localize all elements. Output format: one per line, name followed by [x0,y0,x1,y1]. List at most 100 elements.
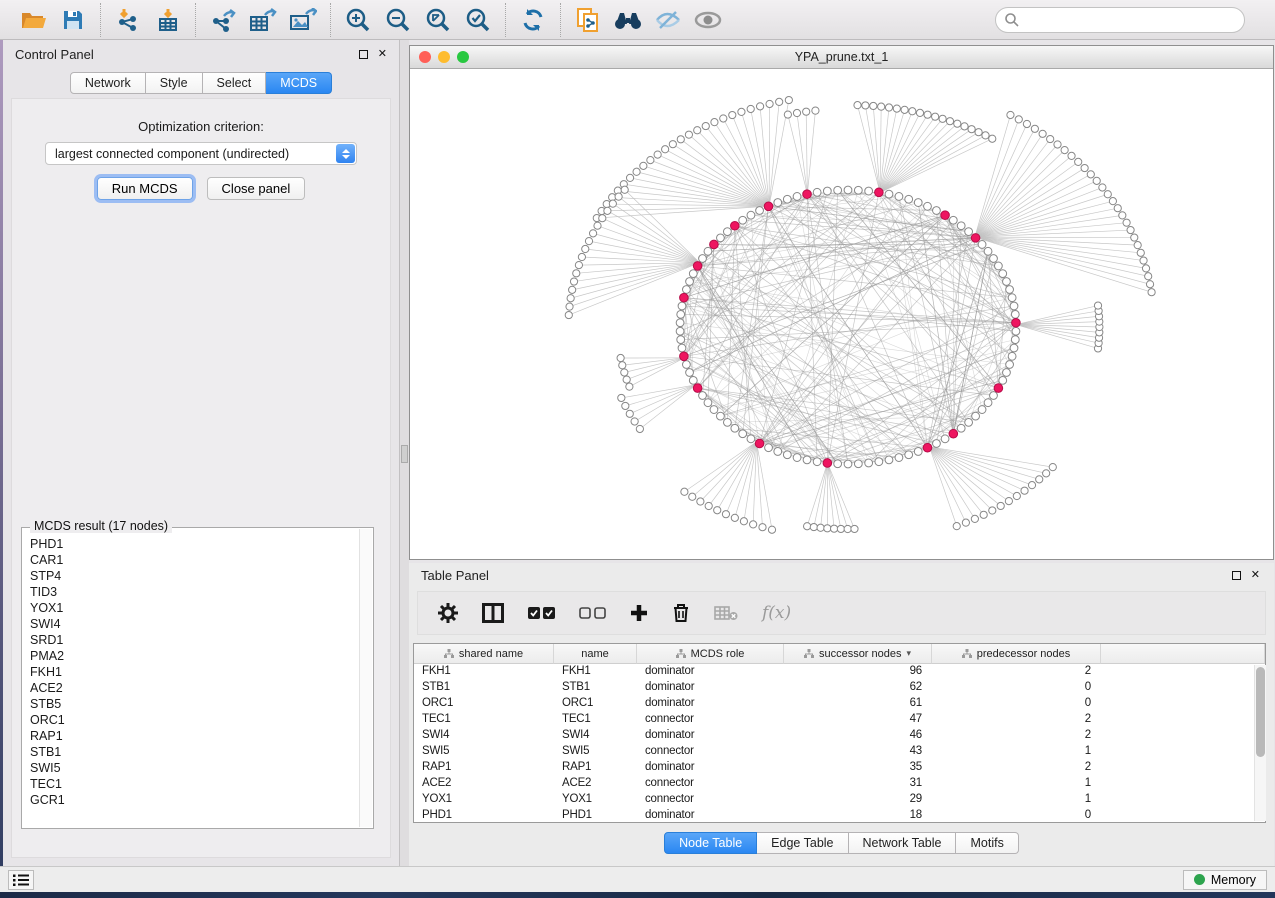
graph-hub-node[interactable] [693,262,702,271]
search-network-icon[interactable] [613,5,643,35]
graph-node[interactable] [905,195,913,203]
graph-node[interactable] [683,361,691,369]
graph-node[interactable] [575,262,582,269]
graph-node[interactable] [989,507,996,514]
graph-node[interactable] [895,454,903,462]
table-row[interactable]: STB1STB1dominator620 [414,680,1265,696]
graph-node[interactable] [1131,234,1138,241]
graph-node[interactable] [1114,205,1121,212]
table-scrollbar[interactable] [1254,665,1266,821]
graph-node[interactable] [831,525,838,532]
mcds-result-item[interactable]: YOX1 [30,600,358,616]
graph-node[interactable] [747,435,755,443]
graph-hub-node[interactable] [875,188,884,197]
graph-node[interactable] [965,228,973,236]
graph-node[interactable] [978,406,986,414]
graph-node[interactable] [604,207,611,214]
tab-motifs[interactable]: Motifs [956,832,1018,854]
graph-node[interactable] [756,103,763,110]
close-window-icon[interactable] [419,51,431,63]
save-session-icon[interactable] [58,5,88,35]
graph-node[interactable] [870,102,877,109]
graph-node[interactable] [1036,476,1043,483]
graph-node[interactable] [740,518,747,525]
graph-node[interactable] [1011,310,1019,318]
graph-node[interactable] [618,394,625,401]
tab-select[interactable]: Select [203,72,267,94]
graph-node[interactable] [854,186,862,194]
graph-node[interactable] [978,241,986,249]
graph-node[interactable] [678,344,686,352]
mcds-result-item[interactable]: TID3 [30,584,358,600]
graph-node[interactable] [961,123,968,130]
deselect-all-checkboxes-icon[interactable] [579,607,606,619]
mcds-result-item[interactable]: STB1 [30,744,358,760]
graph-node[interactable] [640,162,647,169]
graph-node[interactable] [1099,184,1106,191]
graph-hub-node[interactable] [710,240,719,249]
graph-node[interactable] [972,412,980,420]
graph-node[interactable] [854,460,862,468]
graph-node[interactable] [573,270,580,277]
graph-node[interactable] [865,187,873,195]
graph-node[interactable] [599,215,606,222]
column-header-name[interactable]: name [554,644,637,664]
graph-node[interactable] [957,222,965,230]
column-header-MCDS-role[interactable]: MCDS role [637,644,784,664]
graph-node[interactable] [1081,164,1088,171]
minimize-window-icon[interactable] [438,51,450,63]
graph-node[interactable] [1087,171,1094,178]
graph-node[interactable] [626,174,633,181]
table-scrollbar-thumb[interactable] [1256,667,1265,757]
graph-node[interactable] [932,113,939,120]
zoom-out-icon[interactable] [383,5,413,35]
graph-node[interactable] [1134,242,1141,249]
task-history-button[interactable] [8,870,34,890]
graph-node[interactable] [885,104,892,111]
graph-node[interactable] [589,230,596,237]
graph-node[interactable] [1010,344,1018,352]
tab-network-table[interactable]: Network Table [849,832,957,854]
graph-node[interactable] [804,523,811,530]
network-window-titlebar[interactable]: YPA_prune.txt_1 [410,46,1273,69]
zoom-selected-icon[interactable] [463,5,493,35]
graph-node[interactable] [694,127,701,134]
graph-hub-node[interactable] [949,429,958,438]
graph-node[interactable] [686,278,694,286]
graph-node[interactable] [1068,152,1075,159]
graph-node[interactable] [621,369,628,376]
graph-node[interactable] [1013,492,1020,499]
graph-node[interactable] [875,458,883,466]
graph-node[interactable] [582,245,589,252]
graph-node[interactable] [784,111,791,118]
graph-node[interactable] [578,253,585,260]
graph-node[interactable] [823,187,831,195]
graph-node[interactable] [1142,265,1149,272]
graph-node[interactable] [750,521,757,528]
graph-node[interactable] [729,111,736,118]
graph-node[interactable] [1123,219,1130,226]
graph-node[interactable] [717,234,725,242]
graph-node[interactable] [669,141,676,148]
toggle-columns-icon[interactable] [482,603,504,623]
graph-node[interactable] [676,327,684,335]
mcds-list-scrollbar[interactable] [359,529,372,827]
graph-node[interactable] [756,207,764,215]
graph-node[interactable] [1021,487,1028,494]
graph-node[interactable] [1011,336,1019,344]
graph-node[interactable] [759,524,766,531]
graph-node[interactable] [810,523,817,530]
graph-node[interactable] [793,109,800,116]
graph-node[interactable] [834,460,842,468]
graph-node[interactable] [566,303,573,310]
graph-node[interactable] [844,186,852,194]
close-table-panel-icon[interactable]: ✕ [1251,570,1260,581]
graph-node[interactable] [837,525,844,532]
graph-node[interactable] [681,488,688,495]
graph-node[interactable] [731,424,739,432]
graph-node[interactable] [813,458,821,466]
graph-node[interactable] [1049,464,1056,471]
graph-node[interactable] [1104,191,1111,198]
graph-node[interactable] [723,228,731,236]
graph-node[interactable] [626,410,633,417]
